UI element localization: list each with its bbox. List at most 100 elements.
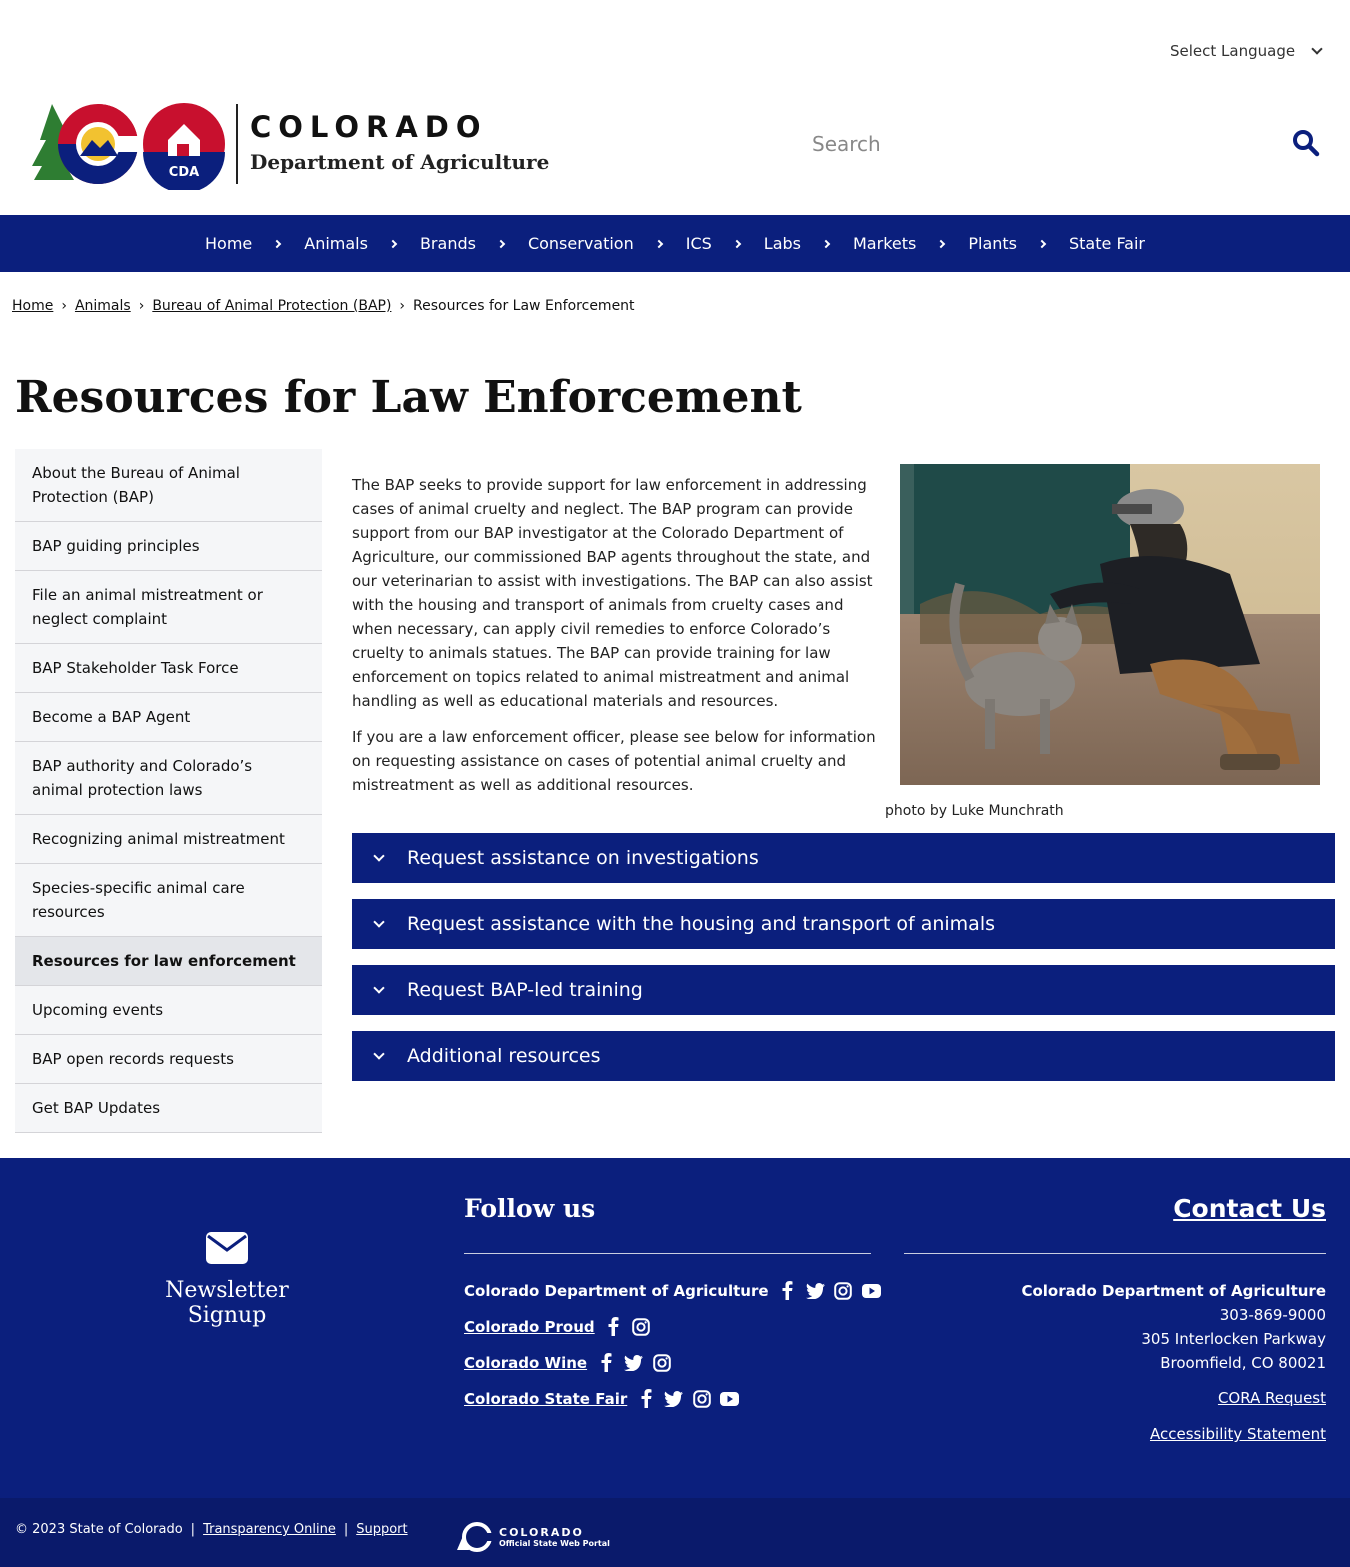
facebook-icon[interactable] — [604, 1317, 623, 1336]
youtube-icon[interactable] — [861, 1281, 881, 1300]
breadcrumb: Home › Animals › Bureau of Animal Protec… — [12, 298, 635, 314]
contact-phone: 303-869-9000 — [1219, 1306, 1326, 1324]
accordion-label: Request assistance on investigations — [407, 847, 759, 869]
nav-brands[interactable]: Brands — [408, 234, 516, 253]
chevron-down-icon — [373, 916, 385, 928]
newsletter-label: Newsletter Signup — [165, 1278, 289, 1328]
sidebar-nav: About the Bureau of Animal Protection (B… — [15, 449, 322, 1133]
colorado-wine-link[interactable]: Colorado Wine — [464, 1354, 587, 1372]
search-button[interactable] — [1292, 129, 1322, 159]
facebook-icon[interactable] — [636, 1389, 655, 1408]
accordion-training[interactable]: Request BAP-led training — [352, 965, 1335, 1015]
envelope-icon — [206, 1232, 248, 1264]
nav-home[interactable]: Home — [193, 234, 292, 253]
brand-divider — [236, 104, 238, 184]
colorado-proud-link[interactable]: Colorado Proud — [464, 1318, 595, 1336]
breadcrumb-animals[interactable]: Animals — [75, 298, 131, 314]
sidebar-item-law-enforcement[interactable]: Resources for law enforcement — [15, 937, 322, 986]
sidebar-item-species-care[interactable]: Species-specific animal care resources — [15, 864, 322, 937]
nav-label: State Fair — [1069, 234, 1145, 253]
breadcrumb-bap[interactable]: Bureau of Animal Protection (BAP) — [152, 298, 391, 314]
sidebar-item-become-agent[interactable]: Become a BAP Agent — [15, 693, 322, 742]
nav-ics[interactable]: ICS — [674, 234, 752, 253]
cda-text: CDA — [169, 165, 199, 180]
accessibility-statement-link[interactable]: Accessibility Statement — [1150, 1425, 1326, 1443]
sidebar-item-about-bap[interactable]: About the Bureau of Animal Protection (B… — [15, 449, 322, 522]
nav-state-fair[interactable]: State Fair — [1057, 234, 1157, 253]
colorado-portal-logo[interactable]: COLORADO Official State Web Portal — [455, 1522, 610, 1552]
bottom-bar: © 2023 State of Colorado | Transparency … — [0, 1498, 1350, 1567]
nav-label: Brands — [419, 234, 476, 253]
instagram-icon[interactable] — [652, 1353, 671, 1372]
intro-paragraph: The BAP seeks to provide support for law… — [352, 476, 873, 710]
facebook-icon[interactable] — [596, 1353, 615, 1372]
breadcrumb-current: Resources for Law Enforcement — [413, 298, 635, 314]
nav-conservation[interactable]: Conservation — [516, 234, 674, 253]
accordion-investigations[interactable]: Request assistance on investigations — [352, 833, 1335, 883]
nav-markets[interactable]: Markets — [841, 234, 956, 253]
nav-label: Plants — [968, 234, 1017, 253]
breadcrumb-separator: › — [399, 298, 406, 314]
instagram-icon[interactable] — [632, 1317, 651, 1336]
sidebar-item-task-force[interactable]: BAP Stakeholder Task Force — [15, 644, 322, 693]
chevron-right-icon — [937, 239, 946, 248]
support-link[interactable]: Support — [356, 1522, 407, 1537]
nav-label: Animals — [304, 234, 368, 253]
breadcrumb-home[interactable]: Home — [12, 298, 53, 314]
language-label: Select Language — [1170, 42, 1296, 60]
chevron-right-icon — [1037, 239, 1047, 248]
newsletter-signup-link[interactable]: Newsletter Signup — [124, 1232, 330, 1328]
search-icon — [1293, 130, 1320, 157]
sidebar-item-guiding-principles[interactable]: BAP guiding principles — [15, 522, 322, 571]
language-select[interactable]: Select Language — [1170, 42, 1323, 60]
chevron-right-icon — [388, 239, 398, 248]
colorado-state-fair-link[interactable]: Colorado State Fair — [464, 1390, 627, 1408]
sidebar-item-upcoming-events[interactable]: Upcoming events — [15, 986, 322, 1035]
contact-us-link[interactable]: Contact Us — [1173, 1194, 1326, 1223]
instagram-icon[interactable] — [834, 1281, 853, 1300]
youtube-icon[interactable] — [720, 1389, 740, 1408]
cda-logo[interactable]: CDA COLORADO Department of Agriculture — [30, 100, 550, 193]
sidebar-item-file-complaint[interactable]: File an animal mistreatment or neglect c… — [15, 571, 322, 644]
chevron-right-icon — [496, 239, 506, 248]
twitter-icon[interactable] — [805, 1281, 825, 1300]
nav-labs[interactable]: Labs — [752, 234, 841, 253]
breadcrumb-separator: › — [138, 298, 145, 314]
person-petting-cat-image — [900, 464, 1320, 785]
accordion-housing-transport[interactable]: Request assistance with the housing and … — [352, 899, 1335, 949]
nav-plants[interactable]: Plants — [956, 234, 1057, 253]
instagram-icon[interactable] — [692, 1389, 711, 1408]
follow-name: Colorado Department of Agriculture — [464, 1281, 769, 1300]
footer: Newsletter Signup Follow us Colorado Dep… — [0, 1158, 1350, 1498]
sidebar-item-get-updates[interactable]: Get BAP Updates — [15, 1084, 322, 1133]
sidebar-item-recognizing-mistreatment[interactable]: Recognizing animal mistreatment — [15, 815, 322, 864]
transparency-online-link[interactable]: Transparency Online — [203, 1522, 336, 1537]
breadcrumb-separator: › — [61, 298, 67, 314]
search-input[interactable] — [800, 124, 1330, 164]
accordion-additional-resources[interactable]: Additional resources — [352, 1031, 1335, 1081]
chevron-right-icon — [273, 239, 282, 248]
nav-animals[interactable]: Animals — [292, 234, 408, 253]
main-content: The BAP seeks to provide support for law… — [352, 473, 887, 809]
nav-label: Conservation — [527, 234, 634, 253]
follow-divider — [464, 1253, 871, 1254]
follow-us-heading: Follow us — [464, 1194, 596, 1223]
contact-org: Colorado Department of Agriculture — [1021, 1282, 1326, 1300]
copyright-line: © 2023 State of Colorado | Transparency … — [15, 1522, 408, 1537]
cora-request-link[interactable]: CORA Request — [1218, 1389, 1326, 1407]
sidebar-item-open-records[interactable]: BAP open records requests — [15, 1035, 322, 1084]
officer-paragraph: If you are a law enforcement officer, pl… — [352, 728, 876, 794]
portal-subtitle: Official State Web Portal — [499, 1539, 610, 1548]
brand-title: COLORADO — [250, 110, 488, 144]
portal-title: COLORADO — [499, 1526, 584, 1539]
twitter-icon[interactable] — [624, 1353, 644, 1372]
search-bar — [800, 124, 1330, 164]
facebook-icon[interactable] — [778, 1281, 797, 1300]
twitter-icon[interactable] — [664, 1389, 684, 1408]
accordion-label: Request assistance with the housing and … — [407, 913, 996, 935]
pipe-separator: | — [343, 1522, 349, 1537]
chevron-right-icon — [732, 239, 742, 248]
copyright-text: © 2023 State of Colorado — [15, 1522, 183, 1537]
nav-label: ICS — [685, 234, 712, 253]
sidebar-item-authority-laws[interactable]: BAP authority and Colorado’s animal prot… — [15, 742, 322, 815]
